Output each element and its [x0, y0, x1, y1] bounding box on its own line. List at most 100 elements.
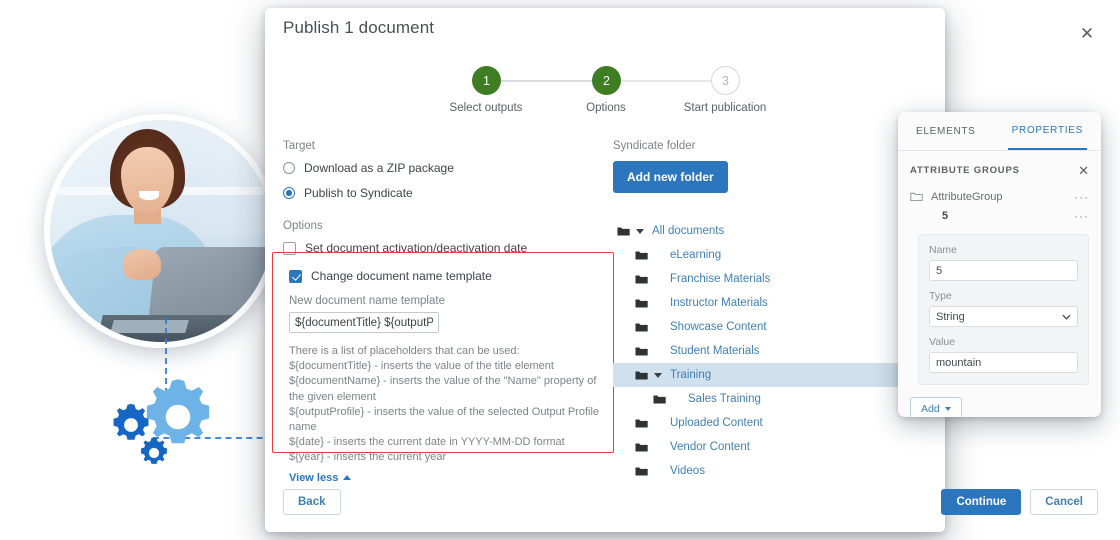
radio-download-zip-indicator[interactable] [283, 162, 295, 174]
photo-inner [50, 120, 272, 342]
attribute-groups-header: ATTRIBUTE GROUPS ✕ [898, 151, 1101, 187]
tree-item[interactable]: Vendor Content [613, 435, 933, 459]
attribute-group-value: 5 [942, 209, 949, 222]
cancel-button[interactable]: Cancel [1030, 489, 1098, 515]
folder-icon [635, 298, 648, 309]
attribute-group-row[interactable]: AttributeGroup ··· [898, 187, 1101, 206]
tree-item-label: Showcase Content [670, 321, 767, 333]
screenshot-root: Publish 1 document ✕ 1 Select outputs 2 … [0, 0, 1120, 540]
chevron-up-icon [343, 475, 352, 481]
view-less-toggle[interactable]: View less [289, 471, 352, 484]
checkbox-activation-date[interactable]: Set document activation/deactivation dat… [283, 241, 613, 255]
photo-keyboard [110, 319, 190, 334]
chevron-down-icon [654, 372, 662, 378]
tree-item[interactable]: Sales Training [613, 387, 933, 411]
folder-outline-icon [910, 192, 923, 202]
tree-expand-toggle[interactable] [652, 372, 664, 378]
tree-item-label: eLearning [670, 249, 722, 261]
add-button-label: Add [921, 403, 940, 415]
chevron-down-icon [1062, 311, 1071, 323]
wizard-stepper: 1 Select outputs 2 Options 3 Start publi… [430, 66, 790, 118]
tree-item[interactable]: Student Materials [613, 339, 933, 363]
step-3-circle: 3 [711, 66, 740, 95]
folder-icon [635, 370, 648, 381]
folder-icon [635, 322, 648, 333]
chevron-down-icon [636, 228, 644, 234]
tree-expand-toggle[interactable] [634, 228, 646, 234]
tree-item[interactable]: All documents [613, 219, 933, 243]
value-field-label: Value [929, 336, 956, 348]
type-field-value: String [936, 310, 965, 323]
tree-item[interactable]: Showcase Content [613, 315, 933, 339]
tab-properties[interactable]: PROPERTIES [1007, 112, 1087, 150]
radio-download-zip[interactable]: Download as a ZIP package [283, 161, 613, 175]
tree-item[interactable]: Instructor Materials [613, 291, 933, 315]
name-field-label: Name [929, 244, 958, 256]
target-section-label: Target [283, 140, 315, 152]
checkbox-activation-date-box[interactable] [283, 241, 296, 255]
help-line-4: ${year} - inserts the current year [289, 451, 447, 464]
properties-panel: ELEMENTS PROPERTIES ATTRIBUTE GROUPS ✕ A… [898, 112, 1101, 417]
radio-publish-syndicate-label: Publish to Syndicate [304, 186, 413, 200]
options-section-label: Options [283, 220, 323, 232]
tree-item[interactable]: Franchise Materials [613, 267, 933, 291]
panel-tabs: ELEMENTS PROPERTIES [898, 112, 1101, 151]
attribute-group-menu-icon[interactable]: ··· [1074, 190, 1089, 204]
continue-button[interactable]: Continue [941, 489, 1022, 515]
tree-item[interactable]: Videos [613, 459, 933, 483]
attribute-groups-title: ATTRIBUTE GROUPS [910, 165, 1020, 176]
panel-close-icon[interactable]: ✕ [1078, 164, 1089, 177]
add-new-folder-button[interactable]: Add new folder [613, 161, 728, 193]
folder-icon [635, 346, 648, 357]
checkbox-change-name-template-label: Change document name template [311, 269, 492, 283]
step-1-circle: 1 [472, 66, 501, 95]
folder-icon [635, 442, 648, 453]
type-field-select[interactable]: String [929, 306, 1078, 327]
tree-item-label: Franchise Materials [670, 273, 771, 285]
radio-publish-syndicate[interactable]: Publish to Syndicate [283, 186, 613, 200]
view-less-label: View less [289, 471, 339, 484]
folder-icon [617, 226, 630, 237]
template-field-label: New document name template [289, 295, 445, 307]
tree-item-label: Videos [670, 465, 705, 477]
add-attribute-button[interactable]: Add [910, 397, 962, 417]
folder-icon [635, 466, 648, 477]
name-field-input[interactable] [929, 260, 1078, 281]
tree-item-label: All documents [652, 225, 725, 237]
tree-item[interactable]: Uploaded Content [613, 411, 933, 435]
tab-elements[interactable]: ELEMENTS [912, 112, 980, 150]
radio-download-zip-label: Download as a ZIP package [304, 161, 454, 175]
tree-item-label: Vendor Content [670, 441, 750, 453]
tree-item-label: Training [670, 369, 712, 381]
radio-publish-syndicate-indicator[interactable] [283, 187, 295, 199]
folder-icon [653, 394, 666, 405]
template-input[interactable] [289, 312, 439, 333]
decorative-photo-circle [44, 114, 278, 348]
tree-item[interactable]: Training [613, 363, 933, 387]
syndicate-right-column: Syndicate folder Add new folder All docu… [613, 140, 933, 483]
step-2-label: Options [586, 102, 626, 114]
stepper-connector-1 [486, 80, 606, 82]
caret-down-icon [944, 407, 951, 411]
attribute-group-value-row[interactable]: 5 ··· [898, 206, 1101, 225]
checkbox-activation-date-label: Set document activation/deactivation dat… [305, 241, 528, 255]
attribute-group-name: AttributeGroup [931, 190, 1003, 203]
placeholder-help: There is a list of placeholders that can… [289, 344, 613, 466]
checkbox-change-name-template[interactable]: Change document name template [283, 269, 613, 283]
help-intro: There is a list of placeholders that can… [289, 345, 520, 357]
folder-icon [635, 250, 648, 261]
checkbox-change-name-template-box[interactable] [289, 269, 302, 283]
folder-icon [635, 274, 648, 285]
dialog-close-icon[interactable]: ✕ [1076, 22, 1098, 44]
help-line-2: ${outputProfile} - inserts the value of … [289, 405, 600, 434]
tree-item-label: Instructor Materials [670, 297, 768, 309]
step-3-label: Start publication [683, 102, 767, 114]
folder-icon [635, 418, 648, 429]
tree-item[interactable]: eLearning [613, 243, 933, 267]
attribute-value-menu-icon[interactable]: ··· [1074, 209, 1089, 223]
step-2-circle: 2 [592, 66, 621, 95]
back-button[interactable]: Back [283, 489, 341, 515]
value-field-input[interactable] [929, 352, 1078, 373]
dialog-footer: Back Continue Cancel [283, 489, 1098, 515]
photo-hand [123, 248, 161, 280]
